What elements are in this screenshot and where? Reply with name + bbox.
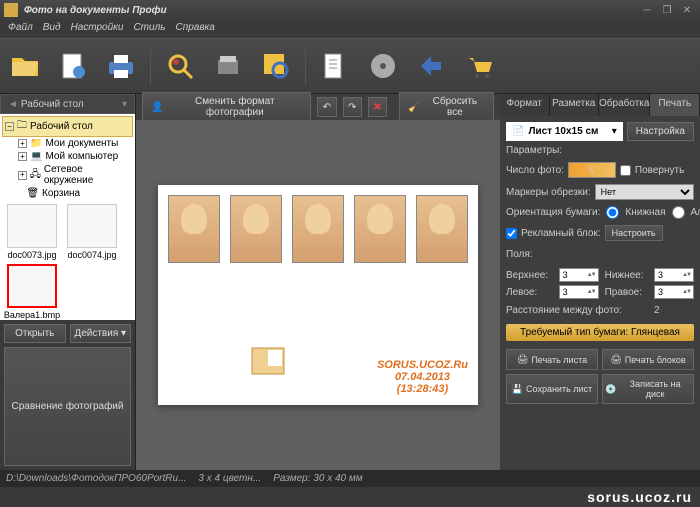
rotate-left-icon[interactable]: ↶ [317, 97, 336, 117]
back-icon[interactable]: ◄ [8, 99, 18, 110]
configure2-button[interactable]: Настроить [605, 225, 663, 241]
status-size: Размер: 30 x 40 мм [273, 473, 362, 484]
tree-item[interactable]: 🗑 Корзина [16, 187, 133, 200]
toolbar [0, 38, 700, 94]
change-format-button[interactable]: 👤 Сменить формат фотографии [142, 92, 311, 122]
params-title: Параметры: [506, 145, 694, 156]
landscape-radio[interactable] [672, 206, 685, 219]
tab-layout[interactable]: Разметка [550, 94, 600, 116]
format-icon[interactable] [314, 45, 356, 87]
tabs: Формат Разметка Обработка Печать [500, 94, 700, 116]
statusbar: D:\Downloads\ФотодокПРО60PortRu... 3 x 4… [0, 470, 700, 487]
dropdown-icon[interactable]: ▾ [122, 99, 127, 110]
spacing-spinner[interactable]: 2 [654, 305, 694, 316]
margin-bottom-spinner[interactable]: 3 [654, 268, 694, 282]
paper-preview[interactable]: SORUS.UCOZ.Ru 07.04.2013 (13:28:43) [136, 120, 500, 470]
photo-slot[interactable] [168, 195, 220, 263]
tab-print[interactable]: Печать [650, 94, 700, 116]
zoom-icon[interactable] [255, 45, 297, 87]
breadcrumb-label: Рабочий стол [21, 99, 84, 110]
crop-label: Маркеры обрезки: [506, 187, 591, 198]
cart-icon[interactable] [458, 45, 500, 87]
burn-disc-button[interactable]: 💿 Записать на диск [602, 374, 694, 404]
reset-all-button[interactable]: 🧹 Сбросить все [399, 92, 494, 122]
close-icon[interactable]: ✕ [678, 3, 696, 17]
thumb-item[interactable]: doc0074.jpg [64, 204, 120, 260]
photo-slot[interactable] [230, 195, 282, 263]
minimize-icon[interactable]: ─ [638, 3, 656, 17]
crop-select[interactable]: Нет [595, 184, 694, 200]
tab-format[interactable]: Формат [500, 94, 550, 116]
portrait-radio[interactable] [606, 206, 619, 219]
print-blocks-button[interactable]: 🖨 Печать блоков [602, 349, 694, 370]
rotate-checkbox[interactable] [620, 165, 631, 176]
menu-file[interactable]: Файл [8, 22, 33, 36]
folder-tree[interactable]: −🗀 Рабочий стол +📁 Мои документы +💻 Мой … [0, 114, 135, 200]
site-watermark: sorus.ucoz.ru [587, 489, 692, 505]
tree-item[interactable]: +📁 Мои документы [16, 137, 133, 150]
save-sheet-button[interactable]: 💾 Сохранить лист [506, 374, 598, 404]
export-icon[interactable] [410, 45, 452, 87]
menu-help[interactable]: Справка [175, 22, 214, 36]
rotate-right-icon[interactable]: ↷ [343, 97, 362, 117]
thumb-item-selected[interactable]: Валера1.bmp [4, 264, 60, 320]
sheet-select[interactable]: 📄 Лист 10x15 см▾ [506, 122, 623, 141]
open-button[interactable]: Открыть [4, 324, 66, 343]
photo-slot[interactable] [292, 195, 344, 263]
menubar: Файл Вид Настройки Стиль Справка [0, 20, 700, 38]
cd-icon[interactable] [362, 45, 404, 87]
center-toolbar: 👤 Сменить формат фотографии ↶ ↷ ✖ 🧹 Сбро… [136, 94, 500, 120]
sidebar: ◄ Рабочий стол ▾ −🗀 Рабочий стол +📁 Мои … [0, 94, 136, 470]
actions-button[interactable]: Действия ▾ [70, 324, 132, 343]
tree-root[interactable]: −🗀 Рабочий стол [2, 116, 133, 137]
tab-processing[interactable]: Обработка [599, 94, 650, 116]
open-icon[interactable] [4, 45, 46, 87]
maximize-icon[interactable]: ❐ [658, 3, 676, 17]
photo-count-label: Число фото: [506, 165, 564, 176]
margin-top-spinner[interactable]: 3 [559, 268, 599, 282]
paper-sheet: SORUS.UCOZ.Ru 07.04.2013 (13:28:43) [158, 185, 478, 405]
thumb-item[interactable]: doc0073.jpg [4, 204, 60, 260]
titlebar: Фото на документы Профи ─ ❐ ✕ [0, 0, 700, 20]
configure-button[interactable]: Настройка [627, 122, 694, 141]
window-title: Фото на документы Профи [24, 5, 167, 16]
breadcrumb[interactable]: ◄ Рабочий стол ▾ [0, 94, 135, 114]
new-icon[interactable] [52, 45, 94, 87]
status-path: D:\Downloads\ФотодокПРО60PortRu... [6, 473, 186, 484]
scan-icon[interactable] [207, 45, 249, 87]
delete-icon[interactable]: ✖ [368, 97, 387, 117]
margin-left-spinner[interactable]: 3 [559, 285, 599, 299]
compare-button[interactable]: Сравнение фотографий [4, 347, 131, 467]
adblock-checkbox[interactable] [506, 228, 517, 239]
thumbnail-pane[interactable]: doc0073.jpg doc0074.jpg Валера1.bmp [0, 200, 135, 320]
paper-requirement: Требуемый тип бумаги: Глянцевая [506, 324, 694, 341]
photo-count-spinner[interactable]: 5 [568, 162, 616, 178]
menu-settings[interactable]: Настройки [70, 22, 123, 36]
status-info: 3 x 4 цветн... [198, 473, 261, 484]
menu-view[interactable]: Вид [43, 22, 61, 36]
capture-icon[interactable] [159, 45, 201, 87]
tree-item[interactable]: +🖧 Сетевое окружение [16, 163, 133, 187]
photo-slot[interactable] [416, 195, 468, 263]
print-sheet-button[interactable]: 🖨 Печать листа [506, 349, 598, 370]
menu-style[interactable]: Стиль [133, 22, 165, 36]
right-panel: Формат Разметка Обработка Печать 📄 Лист … [500, 94, 700, 470]
book-icon [248, 340, 288, 380]
tree-item[interactable]: +💻 Мой компьютер [16, 150, 133, 163]
center-pane: 👤 Сменить формат фотографии ↶ ↷ ✖ 🧹 Сбро… [136, 94, 500, 470]
photo-slot[interactable] [354, 195, 406, 263]
print-icon[interactable] [100, 45, 142, 87]
app-icon [4, 3, 18, 17]
orientation-label: Ориентация бумаги: [506, 207, 600, 218]
margin-right-spinner[interactable]: 3 [654, 285, 694, 299]
margins-title: Поля: [506, 249, 694, 260]
watermark-stamp: SORUS.UCOZ.Ru 07.04.2013 (13:28:43) [377, 359, 468, 395]
